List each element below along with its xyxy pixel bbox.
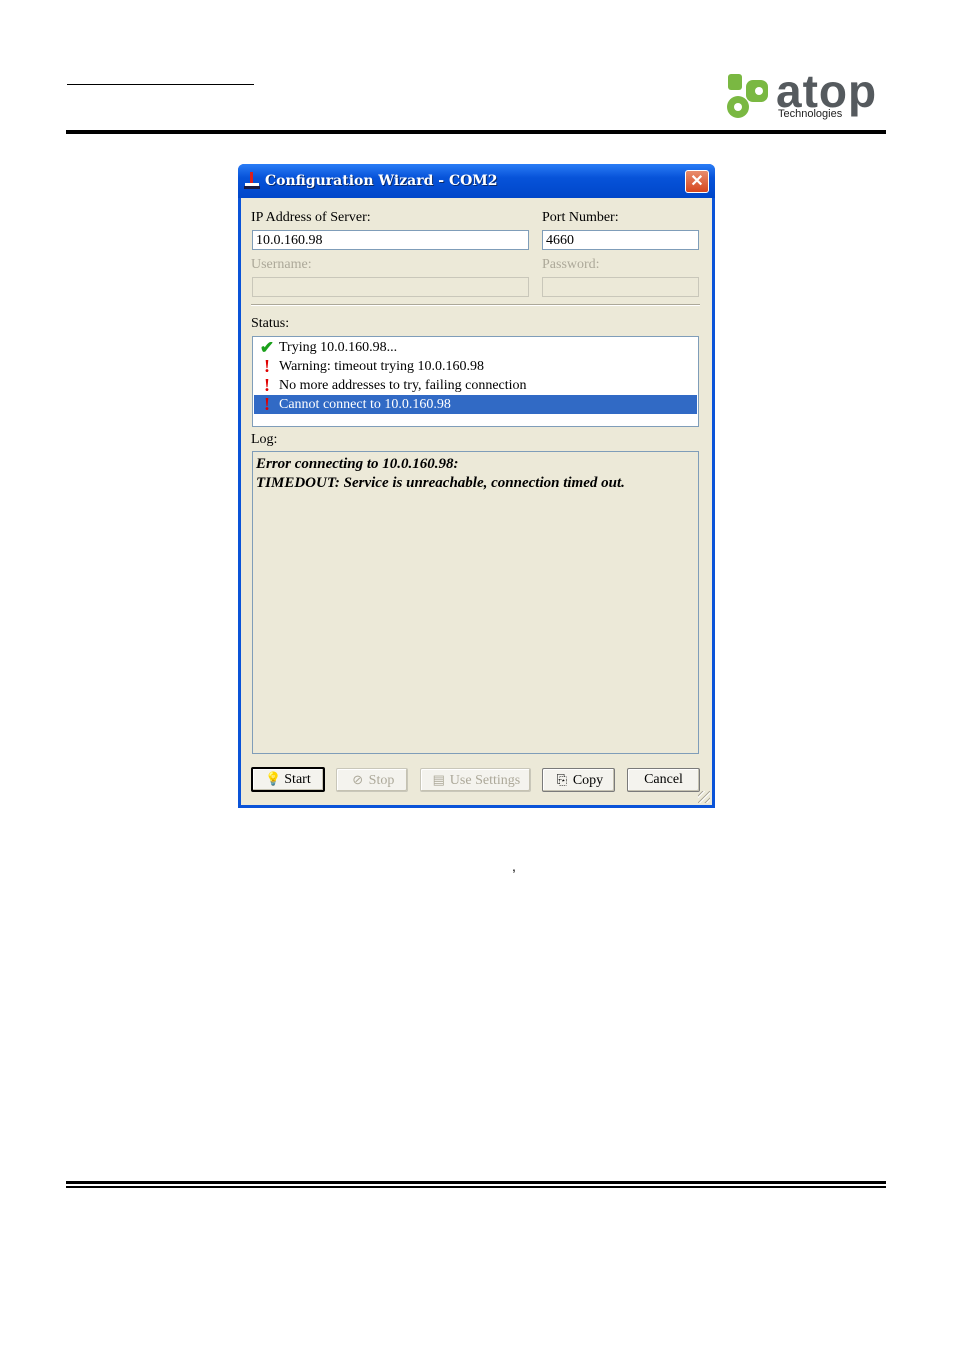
copy-icon: ⎘: [556, 772, 568, 787]
exclamation-icon: !: [264, 375, 270, 395]
lightbulb-icon: 💡: [265, 771, 282, 786]
stop-button[interactable]: ⊘ Stop: [336, 768, 408, 792]
configuration-wizard-window: Configuration Wizard - COM2 ✕ IP Address…: [238, 164, 715, 808]
use-settings-button[interactable]: ▤ Use Settings: [420, 768, 531, 792]
password-field[interactable]: [542, 277, 699, 297]
port-number-label: Port Number:: [542, 210, 619, 225]
window-title: Configuration Wizard - COM2: [265, 173, 498, 189]
status-item[interactable]: ! Warning: timeout trying 10.0.160.98: [254, 357, 697, 376]
port-number-field[interactable]: 4660: [542, 230, 699, 250]
separator: [251, 304, 700, 306]
logo-mark-icon: [727, 74, 768, 118]
ip-address-label: IP Address of Server:: [251, 210, 371, 225]
dialog-body: IP Address of Server: 10.0.160.98 Port N…: [241, 198, 712, 805]
stop-icon: ⊘: [352, 772, 364, 787]
stray-mark: ,: [512, 858, 516, 874]
status-item[interactable]: ✔ Trying 10.0.160.98...: [254, 338, 697, 357]
settings-icon: ▤: [432, 772, 445, 787]
log-label: Log:: [251, 432, 278, 447]
exclamation-icon: !: [264, 394, 270, 414]
close-icon: ✕: [690, 173, 704, 190]
status-item[interactable]: ! No more addresses to try, failing conn…: [254, 376, 697, 395]
start-button[interactable]: 💡 Start: [251, 767, 325, 792]
title-bar[interactable]: Configuration Wizard - COM2 ✕: [238, 164, 715, 198]
checkmark-icon: ✔: [259, 338, 275, 357]
exclamation-icon: !: [264, 356, 270, 376]
username-label: Username:: [251, 257, 312, 272]
username-field[interactable]: [252, 277, 529, 297]
header-rule: [66, 130, 886, 134]
cancel-button[interactable]: Cancel: [627, 768, 700, 792]
resize-grip[interactable]: [698, 791, 710, 803]
status-label: Status:: [251, 316, 290, 331]
footer-rule: [66, 1181, 886, 1184]
close-button[interactable]: ✕: [685, 170, 709, 193]
log-line: Error connecting to 10.0.160.98:: [256, 456, 459, 472]
log-line: TIMEDOUT: Service is unreachable, connec…: [256, 475, 625, 491]
copy-button[interactable]: ⎘ Copy: [542, 768, 615, 792]
footer-rule-secondary: [66, 1186, 886, 1188]
status-item-selected[interactable]: ! Cannot connect to 10.0.160.98: [254, 395, 697, 414]
log-textarea[interactable]: Error connecting to 10.0.160.98: TIMEDOU…: [252, 451, 699, 754]
wizard-icon: [244, 172, 260, 189]
logo-tagline: Technologies: [778, 108, 843, 120]
status-list[interactable]: ✔ Trying 10.0.160.98... ! Warning: timeo…: [252, 336, 699, 427]
ip-address-field[interactable]: 10.0.160.98: [252, 230, 529, 250]
header-underline: [67, 84, 254, 85]
password-label: Password:: [542, 257, 600, 272]
